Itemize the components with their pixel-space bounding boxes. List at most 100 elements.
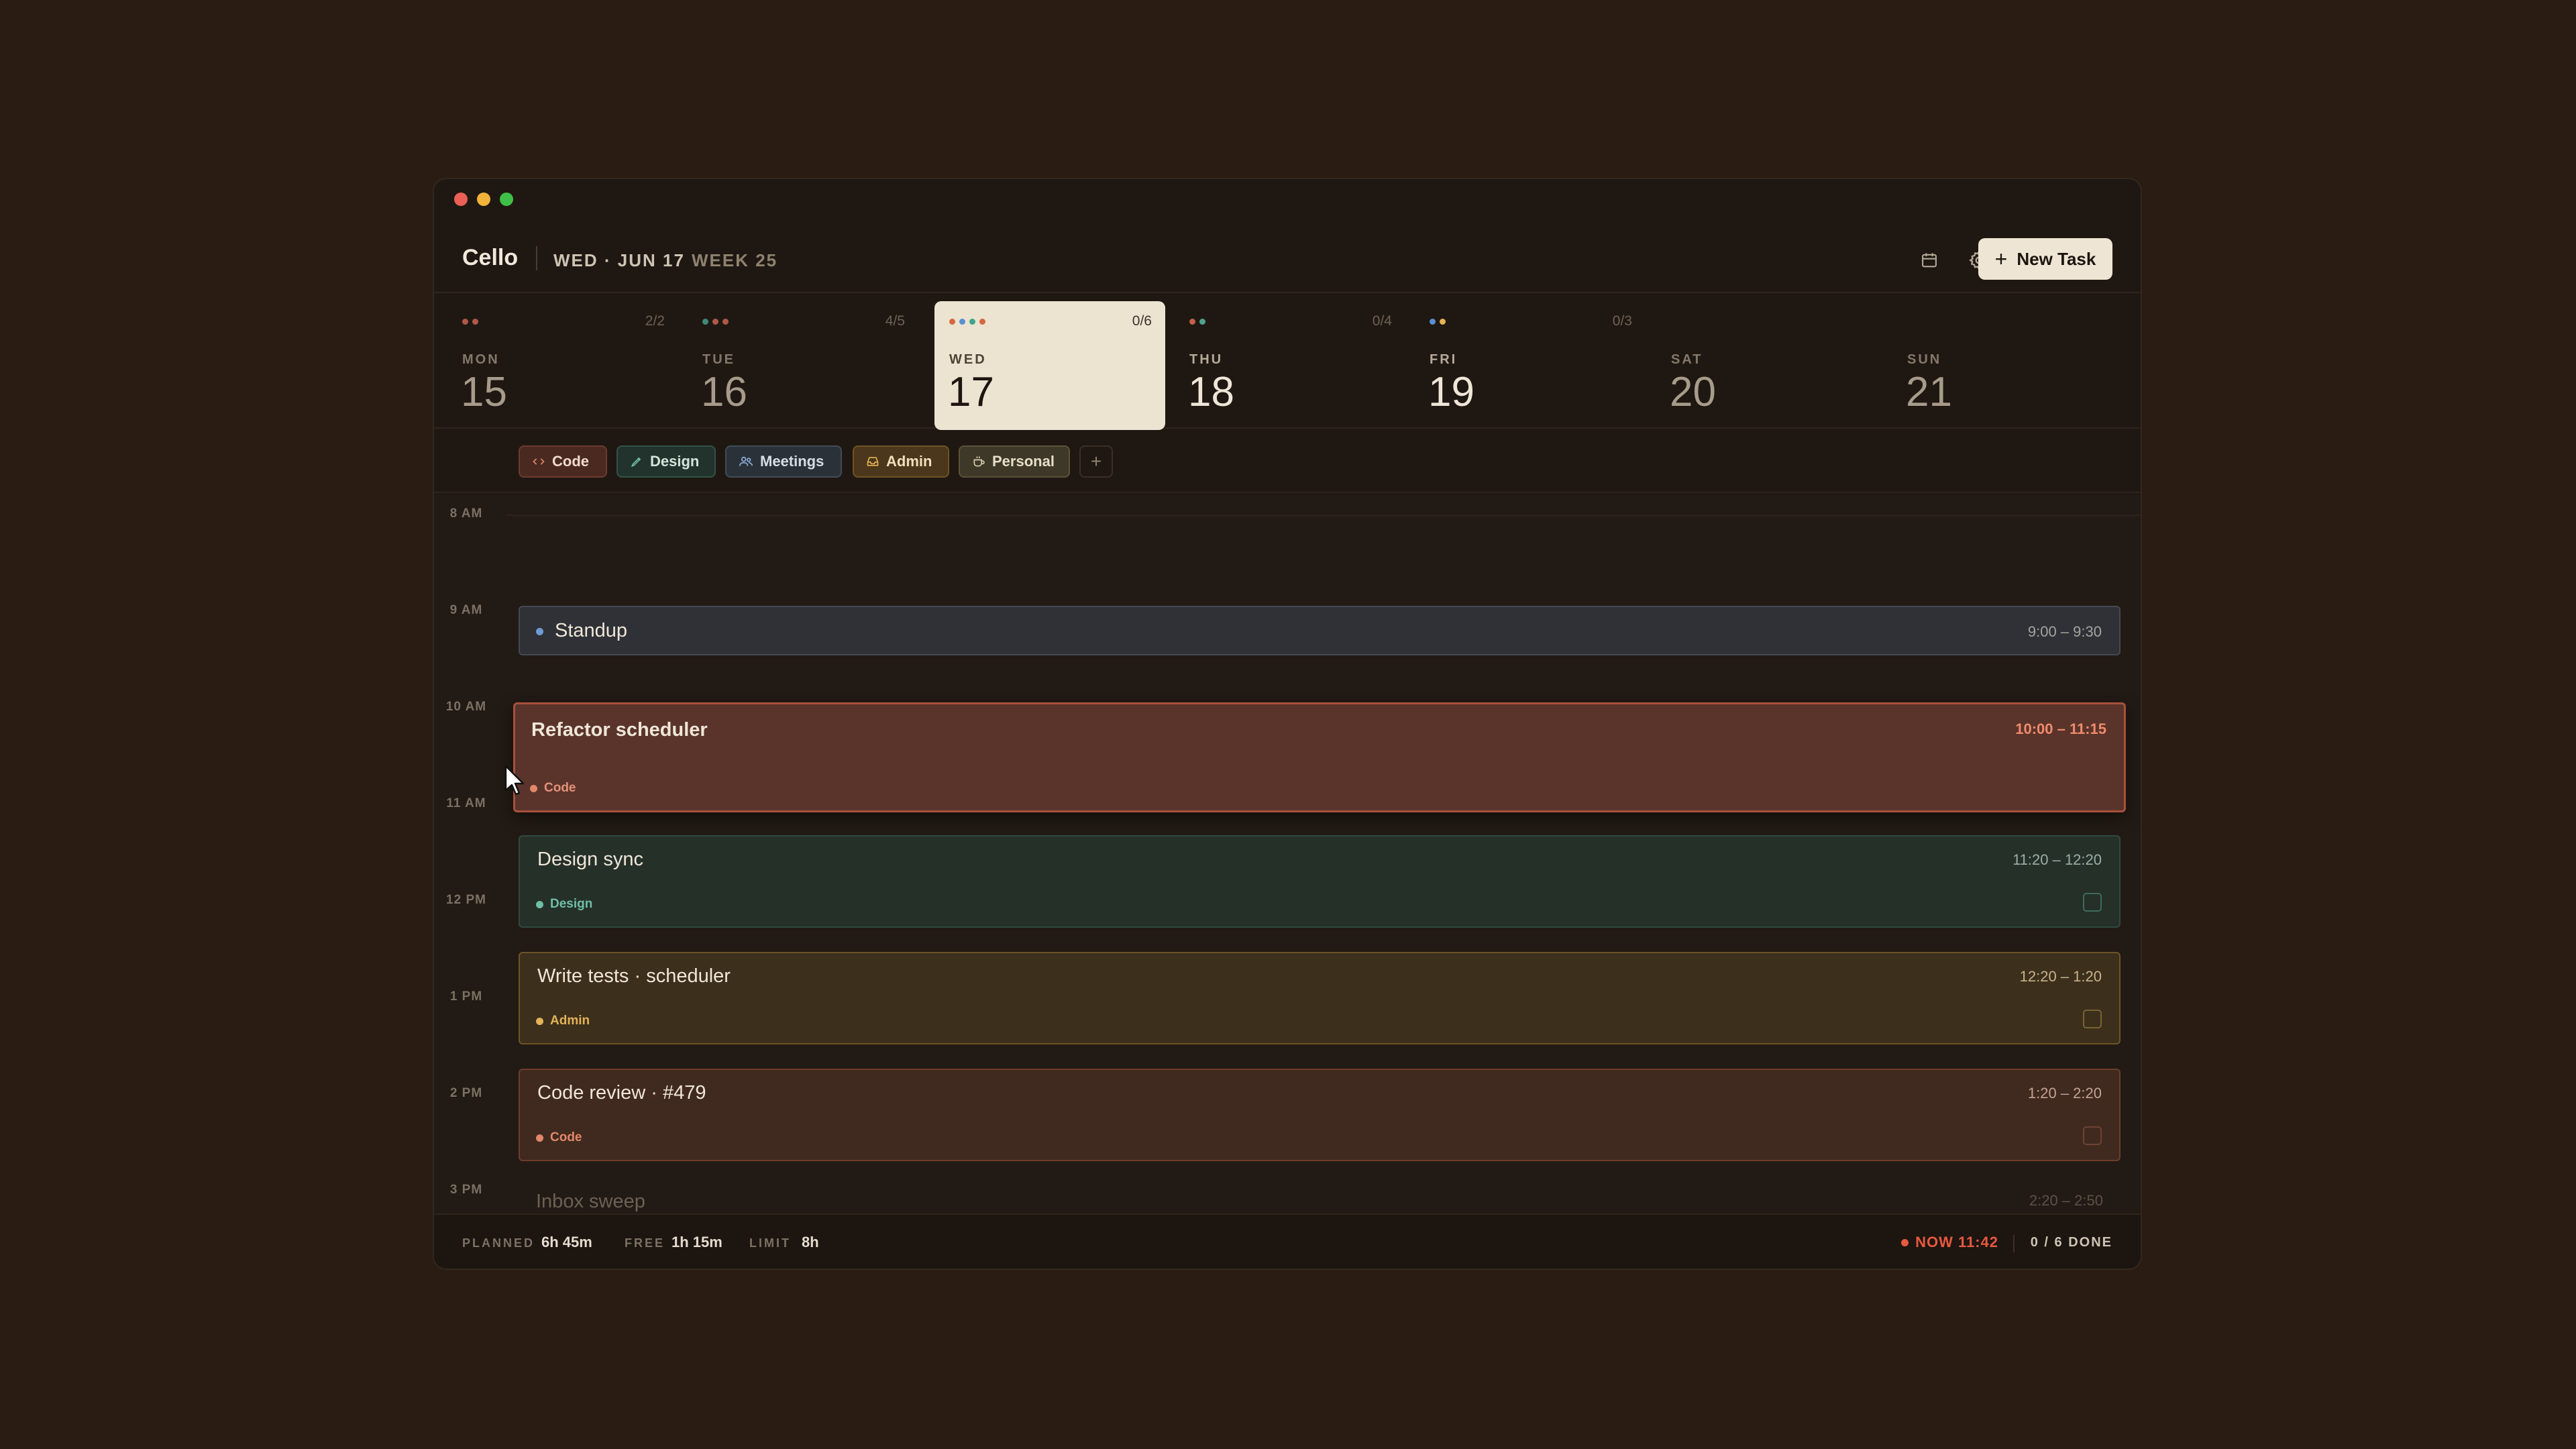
category-chip-design[interactable]: Design [616,445,716,478]
app-title: Cello [462,245,519,270]
complete-checkbox[interactable] [2083,893,2102,912]
category-label: Personal [992,453,1055,470]
day-task-dots [462,319,478,325]
day-number: 15 [461,369,507,415]
event-title: Code review · #479 [537,1082,706,1104]
day-fri[interactable]: 0/3 FRI 19 [1415,301,1646,430]
hour-label: 2 PM [449,1086,483,1100]
new-task-label: New Task [2017,248,2096,269]
day-tue[interactable]: 4/5 TUE 16 [688,301,918,430]
day-name: TUE [702,352,735,367]
live-dot-icon [1901,1238,1909,1246]
calendar-icon [1922,253,1937,268]
current-date: WED · JUN 17 [553,250,685,270]
event-title: Write tests · scheduler [537,965,731,987]
category-label: Code [552,453,589,470]
new-task-button[interactable]: + New Task [1978,238,2112,280]
close-window-button[interactable] [454,193,468,206]
day-number: 16 [701,369,747,415]
event-title: Design sync [537,849,643,870]
event-write-tests[interactable]: Write tests · scheduler 12:20 – 1:20 Adm… [519,952,2121,1044]
day-name: SAT [1671,352,1703,367]
event-time: 12:20 – 1:20 [2019,968,2102,985]
code-dot [536,1134,543,1142]
hour-label: 10 AM [445,700,487,714]
add-category-button[interactable]: + [1079,445,1113,478]
day-task-count: 0/4 [1372,313,1392,329]
day-name: SUN [1907,352,1942,367]
day-task-count: 0/3 [1612,313,1632,329]
mouse-cursor-icon [504,765,525,796]
app-window: Cello WED · JUN 17 WEEK 25 + New Task 2/… [433,178,2142,1270]
day-number: 17 [948,369,994,415]
event-title: Standup [555,620,628,641]
week-strip: 2/2 MON 15 4/5 TUE 16 0/6 WED 17 0/4 THU [434,294,2141,430]
event-standup[interactable]: Standup 9:00 – 9:30 [519,606,2121,655]
hour-label: 9 AM [449,603,483,617]
day-sun[interactable]: SUN 21 [1892,301,2123,430]
day-thu[interactable]: 0/4 THU 18 [1175,301,1405,430]
calendar-button[interactable] [1913,244,1946,277]
event-category-tag: Code [536,1130,582,1145]
event-tag-label: Admin [550,1014,590,1028]
event-time: 10:00 – 11:15 [2015,720,2106,737]
event-time: 1:20 – 2:20 [2027,1085,2102,1102]
category-label: Admin [886,453,932,470]
event-time: 2:20 – 2:50 [2029,1192,2103,1209]
event-code-review[interactable]: Code review · #479 1:20 – 2:20 Code [519,1069,2121,1161]
footer-divider [2013,1235,2015,1252]
limit-label: LIMIT [749,1236,791,1250]
hour-gridline [506,515,2141,516]
plus-icon: + [1994,247,2008,271]
people-icon [739,456,753,466]
day-wed-selected[interactable]: 0/6 WED 17 [934,301,1165,430]
event-design-sync[interactable]: Design sync 11:20 – 12:20 Design [519,835,2121,928]
day-mon[interactable]: 2/2 MON 15 [447,301,678,430]
day-name: THU [1189,352,1224,367]
current-time-indicator: NOW 11:42 [1901,1234,1998,1251]
header-divider [536,246,537,270]
category-chip-personal[interactable]: Personal [959,445,1070,478]
event-category-tag: Code [530,781,576,796]
day-task-dots [702,319,729,325]
day-number: 19 [1428,369,1474,415]
limit-value: 8h [802,1234,819,1250]
planned-label: PLANNED [462,1236,535,1250]
day-number: 20 [1670,369,1716,415]
day-name: FRI [1430,352,1458,367]
planned-value: 6h 45m [541,1234,592,1250]
complete-checkbox[interactable] [2083,1126,2102,1145]
category-label: Design [650,453,700,470]
event-tag-label: Code [544,781,576,795]
category-chip-admin[interactable]: Admin [853,445,949,478]
status-footer: PLANNED 6h 45m FREE 1h 15m LIMIT 8h NOW … [434,1214,2141,1269]
meetings-dot [536,628,543,635]
design-dot [536,900,543,908]
day-name: WED [949,352,987,367]
day-task-count: 0/6 [1132,313,1152,329]
hour-label: 11 AM [446,796,486,810]
code-icon [533,458,545,465]
now-label: NOW 11:42 [1915,1234,1998,1250]
day-task-dots [1189,319,1205,325]
minimize-window-button[interactable] [477,193,490,206]
event-refactor-scheduler[interactable]: Refactor scheduler 10:00 – 11:15 Code [513,702,2126,812]
event-inbox-sweep[interactable]: Inbox sweep 2:20 – 2:50 [519,1185,2121,1216]
category-chip-meetings[interactable]: Meetings [725,445,842,478]
hour-label: 3 PM [449,1183,483,1197]
maximize-window-button[interactable] [500,193,513,206]
day-sat[interactable]: SAT 20 [1656,301,1887,430]
free-label: FREE [625,1236,665,1250]
day-number: 21 [1906,369,1952,415]
hour-label: 1 PM [449,989,483,1004]
event-title: Inbox sweep [536,1191,645,1212]
category-bar: Code Design Meetings Admin Personal + [434,429,2141,493]
header: Cello WED · JUN 17 WEEK 25 + New Task [434,233,2141,293]
event-tag-label: Code [550,1130,582,1144]
event-category-tag: Admin [536,1014,590,1028]
coffee-icon [973,456,985,467]
complete-checkbox[interactable] [2083,1010,2102,1028]
category-chip-code[interactable]: Code [519,445,607,478]
pen-icon [631,457,641,467]
day-timeline[interactable]: 8 AM 9 AM 10 AM 11 AM 12 PM 1 PM 2 PM 3 … [434,494,2141,1216]
